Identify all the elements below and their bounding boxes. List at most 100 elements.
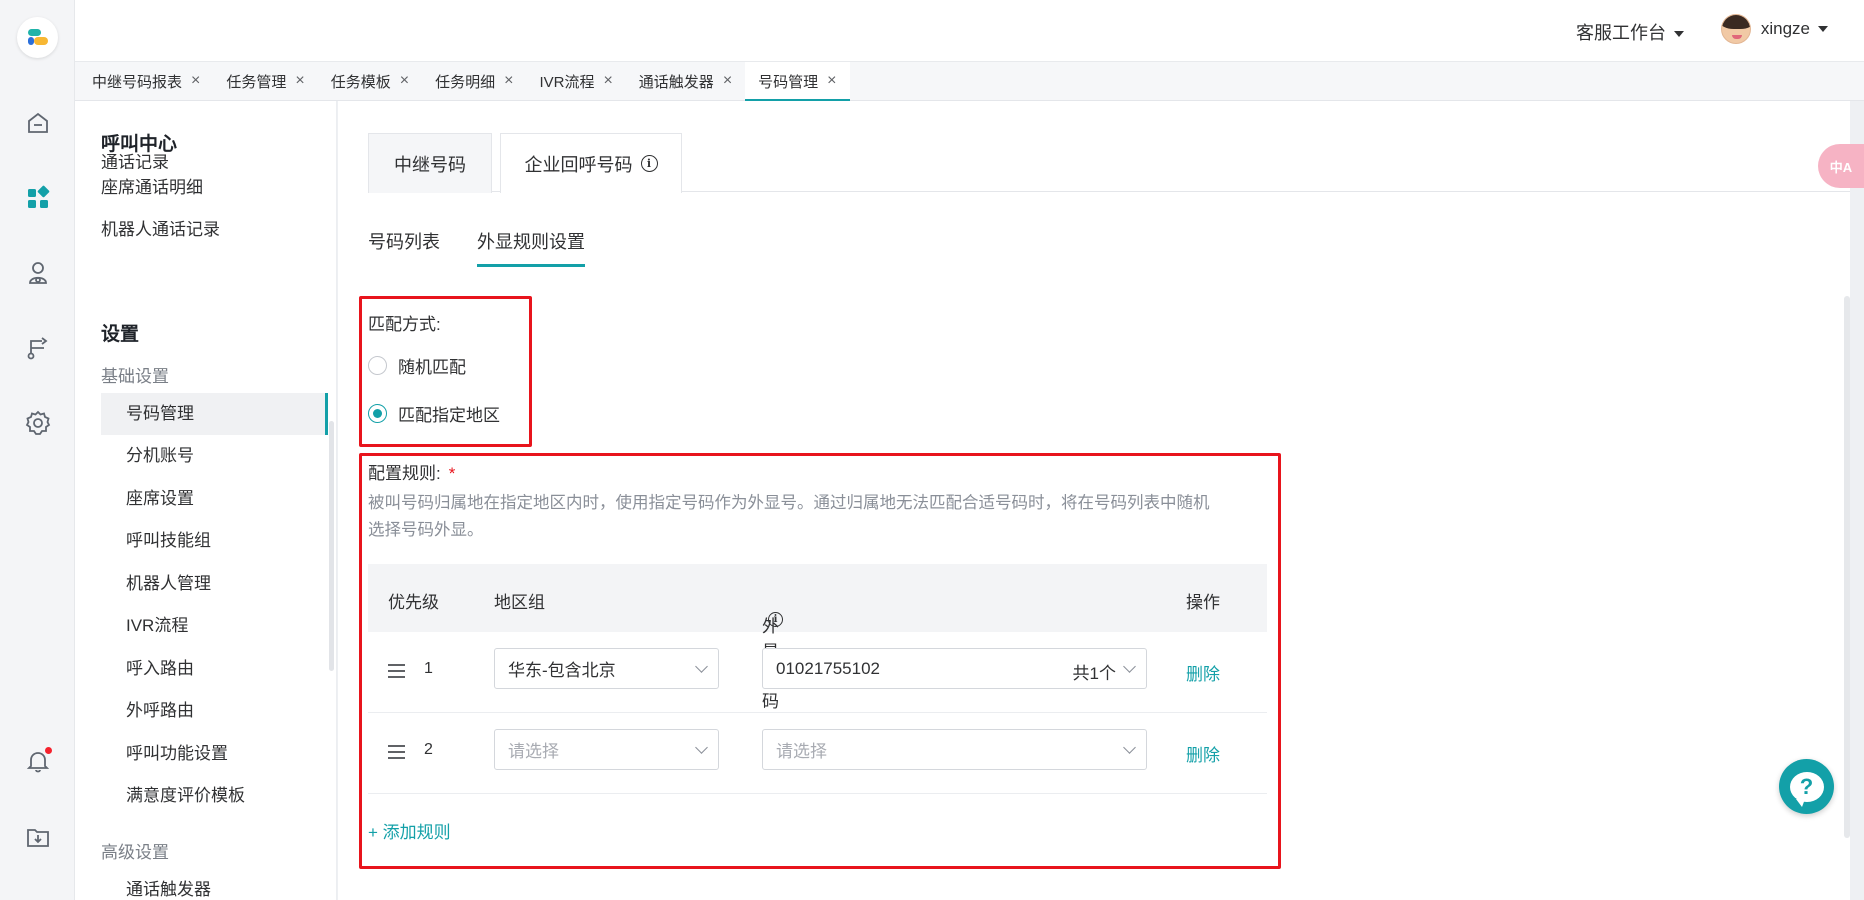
sidebar-item-extension-account[interactable]: 分机账号 (101, 435, 328, 477)
col-priority: 优先级 (388, 593, 439, 612)
sidebar-item-robot-management[interactable]: 机器人管理 (101, 563, 328, 605)
workspace-label: 客服工作台 (1576, 23, 1666, 43)
select-value: 华东-包含北京 (508, 661, 616, 680)
tab-call-trigger[interactable]: 通话触发器 × (626, 62, 745, 100)
tab-label: 任务管理 (226, 73, 287, 91)
notification-dot (45, 747, 52, 754)
tab-number-management[interactable]: 号码管理 × (745, 62, 850, 101)
tab-ivr-flow[interactable]: IVR流程 × (526, 62, 625, 100)
sidebar-item-call-features[interactable]: 呼叫功能设置 (101, 733, 328, 775)
close-icon[interactable]: × (723, 72, 732, 90)
translate-icon[interactable]: 中A (1818, 144, 1864, 188)
group-basic-settings: 基础设置 (101, 367, 169, 386)
workspace-switcher[interactable]: 客服工作台 (1576, 19, 1684, 45)
close-icon[interactable]: × (400, 72, 409, 90)
number-type-tabs: 中继号码 企业回呼号码 i (368, 133, 1850, 193)
sidebar-item-inbound-route[interactable]: 呼入路由 (101, 648, 328, 690)
tab-label: IVR流程 (539, 73, 595, 91)
username: xingze (1760, 19, 1810, 38)
rules-description: 被叫号码归属地在指定地区内时，使用指定号码作为外显号。通过归属地无法匹配合适号码… (368, 490, 1210, 544)
delete-rule-link[interactable]: 删除 (1186, 741, 1220, 766)
select-placeholder: 请选择 (508, 742, 559, 761)
notification-bell-icon[interactable] (22, 745, 54, 777)
rules-description-line: 选择号码外显。 (368, 521, 484, 539)
radio-button[interactable] (368, 356, 387, 375)
config-rules-label: 配置规则: * (368, 459, 455, 484)
add-rule-button[interactable]: + 添加规则 (368, 818, 451, 843)
radio-label: 匹配指定地区 (398, 406, 500, 425)
close-icon[interactable]: × (827, 72, 836, 90)
sidebar-item-agent-call-detail[interactable]: 座席通话明细 (101, 167, 328, 209)
sidebar-item-skill-group[interactable]: 呼叫技能组 (101, 520, 328, 562)
chevron-down-icon (1123, 741, 1136, 754)
sidebar-item-outbound-route[interactable]: 外呼路由 (101, 690, 328, 732)
tab-task-detail[interactable]: 任务明细 × (422, 62, 526, 100)
tab-relay-number[interactable]: 中继号码 (368, 133, 492, 193)
col-region-group: 地区组 (494, 593, 545, 612)
content-scrollbar[interactable] (1844, 296, 1850, 838)
top-header: 客服工作台 xingze (75, 0, 1864, 62)
tab-label: 中继号码 (394, 154, 466, 175)
priority-value: 1 (424, 660, 433, 677)
delete-rule-link[interactable]: 删除 (1186, 660, 1220, 685)
rules-table: 优先级 地区组 外显号码i 操作 1 华东-包含北京 01021755102 共… (368, 564, 1267, 794)
sidebar-item-call-records[interactable]: 通话记录 (101, 147, 328, 169)
table-row: 1 华东-包含北京 01021755102 共1个 删除 (368, 632, 1267, 713)
drag-handle-icon[interactable] (388, 745, 405, 763)
home-icon[interactable] (22, 107, 54, 139)
tab-label: 企业回呼号码 (524, 154, 633, 175)
rules-description-line: 被叫号码归属地在指定地区内时，使用指定号码作为外显号。通过归属地无法匹配合适号码… (368, 494, 1210, 512)
agent-icon[interactable] (22, 257, 54, 289)
tab-number-list[interactable]: 号码列表 (368, 228, 440, 264)
tab-enterprise-callback-number[interactable]: 企业回呼号码 i (500, 133, 682, 193)
side-navigation: 呼叫中心 通话记录 座席通话明细 机器人通话记录 设置 基础设置 号码管理 分机… (75, 101, 337, 900)
tab-label: 任务模板 (330, 73, 391, 91)
sidebar-item-robot-call-records[interactable]: 机器人通话记录 (101, 209, 328, 251)
drag-handle-icon[interactable] (388, 664, 405, 682)
table-row: 2 请选择 请选择 删除 (368, 713, 1267, 794)
download-folder-icon[interactable] (22, 821, 54, 853)
select-placeholder: 请选择 (776, 742, 827, 761)
tab-task-template[interactable]: 任务模板 × (318, 62, 422, 100)
apps-icon[interactable] (22, 182, 54, 214)
tab-relay-number-report[interactable]: 中继号码报表 × (79, 62, 213, 100)
close-icon[interactable]: × (603, 72, 612, 90)
display-number-select[interactable]: 01021755102 共1个 (762, 648, 1147, 689)
select-value: 01021755102 (776, 658, 881, 678)
icon-rail (0, 0, 75, 900)
user-menu[interactable]: xingze (1720, 14, 1828, 44)
flow-icon[interactable] (22, 332, 54, 364)
help-icon: ? (1789, 771, 1824, 807)
info-icon[interactable]: i (640, 155, 658, 172)
radio-label: 随机匹配 (398, 358, 466, 377)
sidebar-item-agent-settings[interactable]: 座席设置 (101, 478, 328, 520)
info-icon[interactable]: i (768, 612, 783, 627)
tab-task-management[interactable]: 任务管理 × (213, 62, 317, 100)
close-icon[interactable]: × (504, 72, 513, 90)
region-group-select[interactable]: 华东-包含北京 (494, 648, 719, 689)
close-icon[interactable]: × (191, 72, 200, 90)
tab-display-rule-settings[interactable]: 外显规则设置 (477, 228, 585, 267)
display-number-select[interactable]: 请选择 (762, 729, 1147, 770)
app-logo[interactable] (17, 17, 58, 58)
chevron-down-icon (1123, 660, 1136, 673)
section-title-settings: 设置 (101, 324, 140, 345)
help-button[interactable]: ? (1779, 759, 1834, 814)
close-icon[interactable]: × (295, 72, 304, 90)
radio-region-match[interactable]: 匹配指定地区 (368, 401, 500, 426)
sidebar-item-number-management[interactable]: 号码管理 (101, 393, 328, 435)
sidebar-scrollbar[interactable] (329, 421, 334, 671)
caret-down-icon (1818, 26, 1828, 32)
radio-button-checked[interactable] (368, 404, 387, 423)
sidebar-item-call-trigger[interactable]: 通话触发器 (101, 869, 328, 900)
settings-gear-icon[interactable] (22, 407, 54, 439)
region-group-select[interactable]: 请选择 (494, 729, 719, 770)
sidebar-item-ivr-flow[interactable]: IVR流程 (101, 605, 328, 647)
selected-count: 共1个 (1072, 664, 1116, 683)
radio-random-match[interactable]: 随机匹配 (368, 353, 466, 378)
required-asterisk: * (448, 464, 456, 483)
sidebar-item-satisfaction-template[interactable]: 满意度评价模板 (101, 775, 328, 817)
priority-value: 2 (424, 741, 433, 758)
chevron-down-icon (695, 660, 708, 673)
tab-label: 中继号码报表 (92, 73, 183, 91)
